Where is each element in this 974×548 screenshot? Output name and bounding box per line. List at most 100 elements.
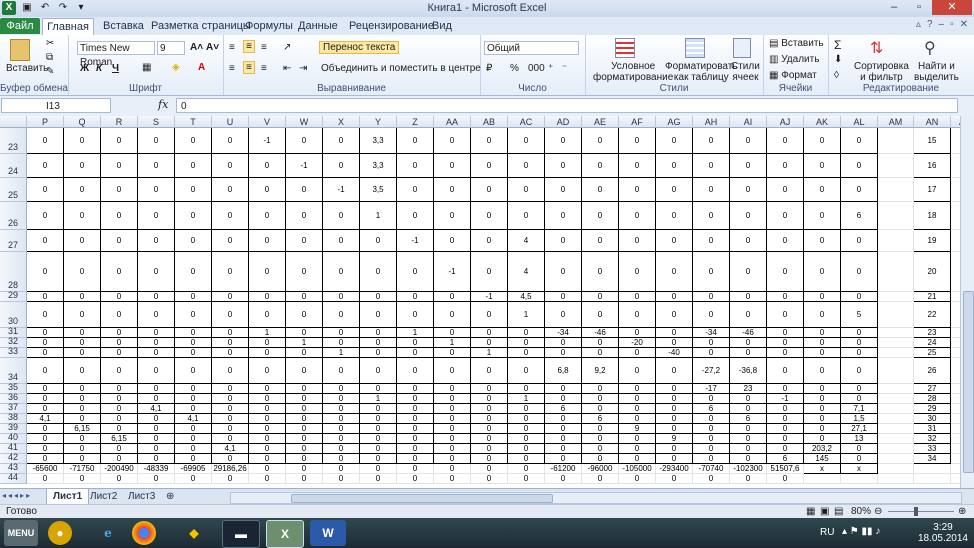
cell[interactable]: 26: [914, 358, 951, 384]
border-icon[interactable]: ▦: [142, 62, 151, 73]
cell[interactable]: [841, 474, 878, 484]
copy-icon[interactable]: ⧉: [46, 52, 53, 63]
row-header[interactable]: 34: [0, 358, 27, 384]
view-layout-icon[interactable]: ▣: [820, 505, 829, 519]
cell[interactable]: 0: [101, 414, 138, 424]
cell[interactable]: 0: [323, 128, 360, 154]
cell[interactable]: 0: [619, 384, 656, 394]
cell[interactable]: 23: [914, 328, 951, 338]
cell[interactable]: 0: [767, 128, 804, 154]
cell[interactable]: -34: [693, 328, 730, 338]
column-header[interactable]: AM: [878, 116, 914, 128]
cell[interactable]: 0: [397, 358, 434, 384]
cell[interactable]: 0: [656, 230, 693, 252]
cell[interactable]: [951, 424, 960, 434]
cell[interactable]: 0: [175, 292, 212, 302]
cell[interactable]: 0: [101, 292, 138, 302]
align-left-icon[interactable]: ≡: [229, 63, 235, 74]
cell[interactable]: 0: [101, 302, 138, 328]
cell[interactable]: 0: [64, 338, 101, 348]
cell[interactable]: 0: [397, 292, 434, 302]
cell[interactable]: 0: [582, 128, 619, 154]
cell[interactable]: 4,1: [27, 414, 64, 424]
cell[interactable]: 0: [508, 434, 545, 444]
cell[interactable]: 0: [471, 358, 508, 384]
cell[interactable]: 0: [693, 394, 730, 404]
cell[interactable]: 0: [249, 338, 286, 348]
cell[interactable]: [878, 464, 914, 474]
cell[interactable]: 0: [286, 230, 323, 252]
cell[interactable]: -1: [249, 128, 286, 154]
cell[interactable]: 0: [360, 424, 397, 434]
cell[interactable]: 0: [693, 154, 730, 178]
help-icon[interactable]: ?: [927, 19, 933, 30]
cell[interactable]: 0: [471, 202, 508, 230]
cell[interactable]: 28: [914, 394, 951, 404]
cell[interactable]: -65600: [27, 464, 64, 474]
cell[interactable]: 0: [656, 328, 693, 338]
cell[interactable]: 0: [693, 434, 730, 444]
cell[interactable]: 0: [582, 302, 619, 328]
cell[interactable]: -46: [730, 328, 767, 338]
cell[interactable]: 0: [804, 178, 841, 202]
cell[interactable]: 0: [175, 202, 212, 230]
cell[interactable]: 0: [249, 358, 286, 384]
cell[interactable]: 0: [730, 454, 767, 464]
minimize-icon[interactable]: –: [882, 0, 906, 15]
cell[interactable]: [951, 202, 960, 230]
cell[interactable]: 0: [101, 454, 138, 464]
cell[interactable]: 6: [767, 454, 804, 464]
cell[interactable]: 1: [434, 338, 471, 348]
cell[interactable]: 203,2: [804, 444, 841, 454]
cell[interactable]: 0: [286, 328, 323, 338]
cell[interactable]: [878, 358, 914, 384]
cell[interactable]: 0: [138, 328, 175, 338]
cell[interactable]: 0: [360, 252, 397, 292]
cell[interactable]: 29: [914, 404, 951, 414]
cell[interactable]: 0: [471, 444, 508, 454]
sheet-tab-2[interactable]: Лист2: [84, 489, 123, 504]
cell[interactable]: -1: [434, 252, 471, 292]
cell[interactable]: 0: [101, 404, 138, 414]
cell[interactable]: 0: [175, 154, 212, 178]
select-all-corner[interactable]: [0, 116, 27, 128]
cell[interactable]: 0: [545, 424, 582, 434]
cell[interactable]: [951, 154, 960, 178]
cell[interactable]: 0: [397, 404, 434, 414]
find-select-button[interactable]: Найти и выделить: [914, 61, 959, 83]
cell[interactable]: 0: [249, 474, 286, 484]
decrease-decimal-icon[interactable]: ⁻: [562, 63, 567, 74]
cell[interactable]: 1: [286, 338, 323, 348]
cell[interactable]: 0: [841, 358, 878, 384]
cell[interactable]: 0: [175, 358, 212, 384]
cell[interactable]: [951, 328, 960, 338]
cell[interactable]: 0: [841, 252, 878, 292]
cell[interactable]: 0: [397, 444, 434, 454]
cell[interactable]: -34: [545, 328, 582, 338]
cell[interactable]: [951, 444, 960, 454]
ribbon-minimize-icon[interactable]: ▵: [916, 19, 921, 30]
cell[interactable]: 3,5: [360, 178, 397, 202]
cell[interactable]: 0: [212, 302, 249, 328]
tab-formulas[interactable]: Формулы: [245, 18, 293, 34]
align-top-icon[interactable]: ≡: [229, 42, 235, 53]
cell[interactable]: 0: [138, 128, 175, 154]
cell[interactable]: 0: [397, 302, 434, 328]
cell-styles-icon[interactable]: [733, 38, 751, 58]
cell[interactable]: -293400: [656, 464, 693, 474]
cell[interactable]: 0: [323, 414, 360, 424]
cell[interactable]: 0: [656, 252, 693, 292]
cell[interactable]: 0: [175, 444, 212, 454]
tray-icons[interactable]: ▴ ⚑ ▮▮ ♪: [842, 526, 880, 537]
cell[interactable]: 0: [730, 434, 767, 444]
cell[interactable]: 0: [27, 434, 64, 444]
cell[interactable]: 0: [434, 178, 471, 202]
cell[interactable]: 0: [767, 252, 804, 292]
cell[interactable]: 0: [64, 348, 101, 358]
cell[interactable]: 0: [212, 434, 249, 444]
cell[interactable]: 0: [397, 202, 434, 230]
cell[interactable]: 0: [212, 128, 249, 154]
cell[interactable]: 0: [175, 404, 212, 414]
cell[interactable]: 0: [841, 328, 878, 338]
cell[interactable]: 0: [471, 230, 508, 252]
